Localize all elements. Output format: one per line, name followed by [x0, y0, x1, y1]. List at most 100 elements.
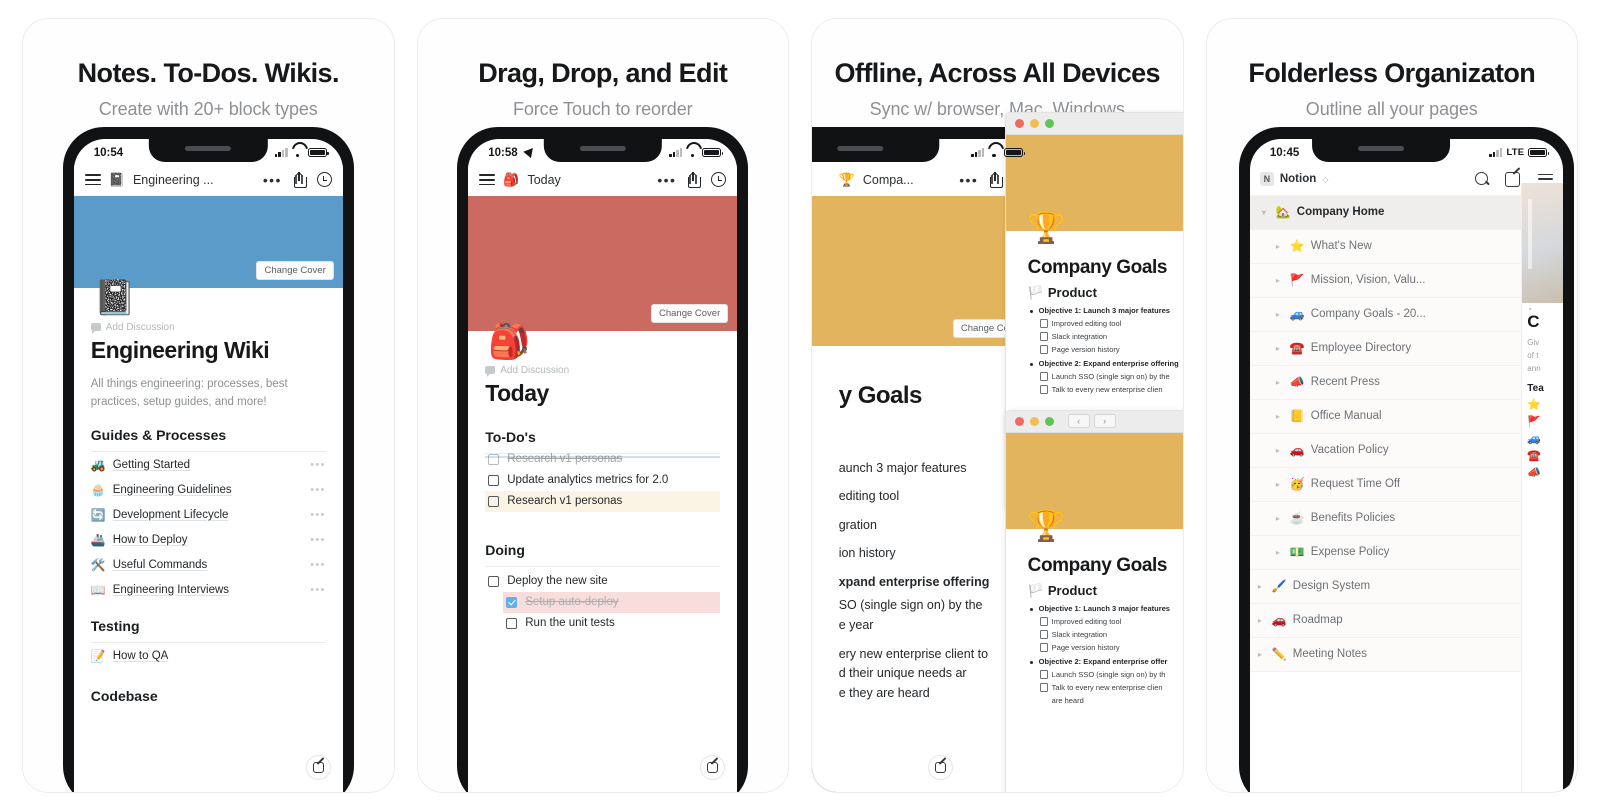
checkbox-item[interactable]: Talk to every new enterprise clien — [1028, 683, 1182, 692]
expand-caret-icon[interactable]: ▸ — [1258, 582, 1266, 591]
expand-caret-icon[interactable]: ▸ — [1276, 446, 1284, 455]
checkbox[interactable] — [488, 575, 500, 587]
compose-fab-button[interactable] — [305, 755, 331, 780]
page-cover[interactable]: Change Cover — [73, 195, 343, 288]
tree-item[interactable]: ▸ ☕ Benefits Policies ••• + — [1249, 501, 1564, 536]
expand-caret-icon[interactable]: ▸ — [1276, 548, 1284, 557]
item-more-icon[interactable]: ••• — [310, 459, 325, 471]
maximize-icon[interactable] — [1044, 118, 1054, 128]
checkbox-item[interactable]: Launch SSO (single sign on) by the — [1028, 372, 1182, 381]
checkbox-item[interactable]: Slack integration — [1028, 630, 1182, 639]
traffic-lights[interactable] — [1014, 118, 1054, 128]
todo-item[interactable]: Setup auto-deploy — [503, 591, 721, 613]
expand-caret-icon[interactable]: ▸ — [1276, 378, 1284, 387]
add-discussion-button[interactable]: Add Discussion — [90, 322, 326, 334]
tree-item[interactable]: ▸ 🚙 Company Goals - 20... ••• + — [1249, 297, 1564, 332]
checkbox[interactable] — [506, 596, 518, 608]
list-item[interactable]: 🚢 How to Deploy ••• — [91, 527, 326, 552]
expand-caret-icon[interactable]: ▸ — [1258, 650, 1266, 659]
compose-fab-button[interactable] — [700, 755, 726, 780]
close-icon[interactable] — [1014, 118, 1024, 128]
maximize-icon[interactable] — [1044, 416, 1054, 426]
expand-caret-icon[interactable]: ▸ — [1276, 412, 1284, 421]
collapse-caret-icon[interactable]: ▾ — [1262, 208, 1270, 217]
tree-item[interactable]: ▸ 🚗 Roadmap ••• + — [1249, 603, 1564, 638]
expand-caret-icon[interactable]: ▸ — [1276, 344, 1284, 353]
tree-item[interactable]: ▸ 🚗 Vacation Policy ••• + — [1249, 433, 1564, 468]
change-cover-button[interactable]: Change Cover — [650, 303, 729, 323]
page-icon[interactable]: 🎒 — [488, 325, 530, 359]
item-more-icon[interactable]: ••• — [310, 559, 325, 571]
todo-item[interactable]: Deploy the new site — [485, 571, 720, 592]
expand-caret-icon[interactable]: ▸ — [1276, 276, 1284, 285]
add-discussion-button[interactable]: Add Discussion — [485, 365, 720, 377]
workspace-switch-icon[interactable]: ◇ — [1322, 175, 1328, 184]
todo-item[interactable]: Run the unit tests — [503, 613, 720, 634]
page-icon[interactable]: 📓 — [94, 281, 136, 315]
tree-item[interactable]: ▸ 💵 Expense Policy ••• + — [1249, 535, 1564, 570]
window-nav-buttons[interactable]: ‹ › — [1067, 414, 1116, 429]
tree-item[interactable]: ▸ 🖌️ Design System ••• + — [1249, 569, 1564, 604]
list-item[interactable]: 📝 How to QA — [91, 643, 326, 668]
close-icon[interactable] — [1014, 416, 1024, 426]
item-more-icon[interactable]: ••• — [310, 509, 325, 521]
more-options-icon[interactable]: ••• — [959, 173, 978, 187]
page-cover[interactable]: Change Cover — [468, 195, 738, 331]
compose-fab-button[interactable] — [928, 755, 954, 780]
back-button[interactable]: ‹ — [1067, 414, 1090, 429]
tree-item-company-home[interactable]: ▾ 🏡 Company Home ••• + — [1249, 195, 1564, 230]
todo-item[interactable]: Research v1 personas — [485, 490, 721, 512]
new-page-icon[interactable] — [1505, 171, 1521, 187]
tree-item[interactable]: ▸ 🚩 Mission, Vision, Valu... ••• + — [1249, 263, 1564, 298]
tree-item[interactable]: ▸ 🥳 Request Time Off ••• + — [1249, 467, 1564, 502]
checkbox-item[interactable]: Slack integration — [1028, 332, 1182, 341]
history-clock-icon[interactable] — [316, 172, 332, 188]
minimize-icon[interactable] — [1029, 118, 1039, 128]
window-title-bar[interactable]: ‹ › — [1005, 410, 1183, 433]
search-icon[interactable] — [1475, 171, 1490, 187]
checkbox-item[interactable]: Page version history — [1028, 345, 1182, 354]
list-item[interactable]: 🛠️ Useful Commands ••• — [91, 552, 326, 577]
checkbox-item[interactable]: Talk to every new enterprise clien — [1028, 385, 1182, 394]
expand-caret-icon[interactable]: ▸ — [1276, 514, 1284, 523]
item-more-icon[interactable]: ••• — [310, 584, 325, 596]
expand-caret-icon[interactable]: ▸ — [1276, 480, 1284, 489]
todo-item[interactable]: Update analytics metrics for 2.0 — [485, 470, 720, 491]
checkbox[interactable] — [488, 453, 500, 465]
more-options-icon[interactable]: ••• — [657, 173, 676, 187]
share-icon[interactable] — [293, 171, 307, 189]
change-cover-button[interactable]: Change Cover — [256, 260, 334, 280]
expand-caret-icon[interactable]: ▸ — [1258, 616, 1266, 625]
tree-item[interactable]: ▸ 📣 Recent Press ••• + — [1249, 365, 1564, 400]
tree-item[interactable]: ▸ ✏️ Meeting Notes ••• + — [1249, 637, 1564, 672]
share-icon[interactable] — [989, 171, 1004, 189]
item-more-icon[interactable]: ••• — [310, 534, 325, 546]
list-item[interactable]: 📖 Engineering Interviews ••• — [91, 577, 326, 602]
list-item[interactable]: 🔄 Development Lifecycle ••• — [91, 502, 326, 527]
checkbox-item[interactable]: Improved editing tool — [1028, 617, 1182, 626]
tree-item[interactable]: ▸ 📒 Office Manual ••• + — [1249, 399, 1564, 434]
more-options-icon[interactable]: ••• — [263, 173, 282, 187]
tree-item[interactable]: ▸ ⭐ What's New ••• + — [1249, 229, 1564, 264]
share-icon[interactable] — [687, 171, 702, 189]
expand-caret-icon[interactable]: ▸ — [1276, 242, 1284, 251]
traffic-lights[interactable] — [1014, 416, 1054, 426]
checkbox[interactable] — [488, 495, 500, 507]
list-item[interactable]: 🚜 Getting Started ••• — [91, 452, 326, 477]
tree-item[interactable]: ▸ ☎️ Employee Directory ••• + — [1249, 331, 1564, 366]
workspace-header[interactable]: N Notion ◇ — [1249, 164, 1564, 196]
minimize-icon[interactable] — [1029, 416, 1039, 426]
expand-caret-icon[interactable]: ▸ — [1276, 310, 1284, 319]
forward-button[interactable]: › — [1093, 414, 1116, 429]
window-title-bar[interactable] — [1005, 112, 1183, 135]
page-peek-panel[interactable]: C Giv of t ann Tea ⭐ 🚩 🚙 ☎️ 📣 — [1521, 182, 1564, 792]
checkbox-item[interactable]: Launch SSO (single sign on) by th — [1028, 670, 1182, 679]
checkbox[interactable] — [506, 617, 518, 629]
list-item[interactable]: 🧁 Engineering Guidelines ••• — [91, 477, 326, 502]
history-clock-icon[interactable] — [711, 172, 727, 188]
checkbox-item[interactable]: Improved editing tool — [1028, 319, 1182, 328]
checkbox-item[interactable]: Page version history — [1028, 643, 1182, 652]
item-more-icon[interactable]: ••• — [310, 484, 325, 496]
checkbox[interactable] — [488, 474, 500, 486]
menu-icon[interactable] — [479, 171, 496, 188]
